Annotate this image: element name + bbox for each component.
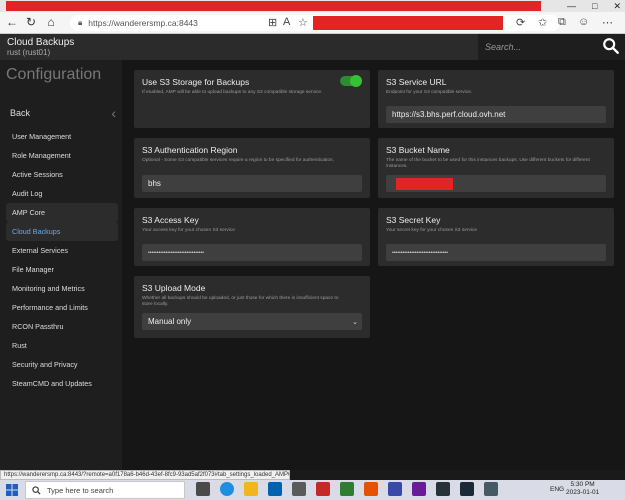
collections-icon[interactable]: ⧉ xyxy=(558,16,566,29)
s3-access-key-input[interactable]: •••••••••••••••••••••••••••••••• xyxy=(142,244,362,261)
sidebar-item-audit-log[interactable]: Audit Log xyxy=(6,184,118,203)
profile-icon[interactable]: ☺ xyxy=(578,16,589,28)
steam-icon[interactable] xyxy=(460,482,474,496)
chevron-down-icon: ⌄ xyxy=(352,318,358,326)
app-icon[interactable] xyxy=(340,482,354,496)
app-icon[interactable] xyxy=(436,482,450,496)
sidebar-item-rcon-passthru[interactable]: RCON Passthru xyxy=(6,317,118,336)
app-icon[interactable] xyxy=(484,482,498,496)
more-menu-icon[interactable]: ⋯ xyxy=(602,16,613,29)
use-s3-toggle[interactable] xyxy=(340,75,362,87)
file-explorer-icon[interactable] xyxy=(244,482,258,496)
taskbar-search-placeholder: Type here to search xyxy=(47,485,114,495)
taskbar-search[interactable]: Type here to search xyxy=(25,481,185,499)
card-s3-bucket: S3 Bucket Name The name of the bucket to… xyxy=(378,138,614,198)
store-icon[interactable] xyxy=(268,482,282,496)
read-aloud-icon[interactable]: A xyxy=(283,16,290,28)
card-title: S3 Access Key xyxy=(142,215,199,225)
back-label: Back xyxy=(10,108,31,118)
redacted-extensions xyxy=(313,16,503,30)
card-title: S3 Upload Mode xyxy=(142,283,206,293)
card-description: Optional - Some S3 compatible services r… xyxy=(142,158,334,163)
select-value: Manual only xyxy=(148,317,192,326)
sidebar-item-user-management[interactable]: User Management xyxy=(6,127,118,146)
sidebar-nav: User Management Role Management Active Ses… xyxy=(6,127,118,393)
card-description: Your secret key for your chosen S3 servi… xyxy=(386,228,478,233)
refresh-icon[interactable]: ↻ xyxy=(24,15,38,29)
s3-secret-key-input[interactable]: •••••••••••••••••••••••••••••••• xyxy=(386,244,606,261)
sidebar-item-cloud-backups[interactable]: Cloud Backups xyxy=(6,222,118,241)
sidebar-item-security-and-privacy[interactable]: Security and Privacy xyxy=(6,355,118,374)
window-controls: — □ ✕ xyxy=(567,0,621,12)
sidebar-item-amp-core[interactable]: AMP Core xyxy=(6,203,118,222)
app-icon[interactable] xyxy=(364,482,378,496)
filezilla-icon[interactable] xyxy=(316,482,330,496)
card-use-s3: Use S3 Storage for Backups If enabled, A… xyxy=(134,70,370,128)
instance-name: rust (rust01) xyxy=(7,48,51,57)
edge-icon[interactable] xyxy=(220,482,234,496)
sidebar-item-monitoring-and-metrics[interactable]: Monitoring and Metrics xyxy=(6,279,118,298)
search-icon xyxy=(32,485,41,495)
app-icon[interactable] xyxy=(388,482,402,496)
sidebar-item-steamcmd-and-updates[interactable]: SteamCMD and Updates xyxy=(6,374,118,393)
maximize-button[interactable]: □ xyxy=(592,1,597,11)
windows-start-icon[interactable] xyxy=(6,484,18,496)
back-arrow-icon[interactable]: ← xyxy=(5,15,19,29)
search-input[interactable] xyxy=(485,42,595,52)
card-description: Your access key for your chosen S3 servi… xyxy=(142,228,235,233)
app-icon[interactable] xyxy=(412,482,426,496)
sidebar-item-role-management[interactable]: Role Management xyxy=(6,146,118,165)
card-s3-upload-mode: S3 Upload Mode Whether all backups shoul… xyxy=(134,276,370,338)
clock-time: 5:30 PM xyxy=(570,481,595,488)
task-view-icon[interactable] xyxy=(196,482,210,496)
url-text: https://wanderersmp.ca:8443 xyxy=(88,18,198,28)
apps-icon[interactable]: ⊞ xyxy=(268,16,277,29)
home-icon[interactable]: ⌂ xyxy=(44,15,58,29)
card-description: Whether all backups should be uploaded, … xyxy=(142,296,339,307)
card-title: S3 Bucket Name xyxy=(386,145,450,155)
sidebar-item-file-manager[interactable]: File Manager xyxy=(6,260,118,279)
sidebar-heading: Configuration xyxy=(6,66,102,83)
favorites-bar-icon[interactable]: ✩ xyxy=(538,16,547,29)
card-title: S3 Service URL xyxy=(386,77,447,87)
card-description: The name of the bucket to be used for th… xyxy=(386,158,590,169)
search-icon[interactable] xyxy=(602,37,620,55)
lock-icon: 🔒︎ xyxy=(78,18,83,27)
status-url: https://wanderersmp.ca:8443/?remote=a0f1… xyxy=(0,470,290,480)
chevron-left-icon: ‹ xyxy=(111,105,116,121)
clock[interactable]: 5:30 PM 2023-01-01 xyxy=(566,481,599,497)
favorite-icon[interactable]: ☆ xyxy=(298,16,308,29)
sidebar-item-rust[interactable]: Rust xyxy=(6,336,118,355)
card-s3-url: S3 Service URL Endpoint for your S3 comp… xyxy=(378,70,614,128)
card-s3-secret-key: S3 Secret Key Your secret key for your c… xyxy=(378,208,614,266)
s3-url-input[interactable]: https://s3.bhs.perf.cloud.ovh.net xyxy=(386,106,606,123)
app-icon[interactable] xyxy=(292,482,306,496)
sidebar-item-active-sessions[interactable]: Active Sessions xyxy=(6,165,118,184)
card-title: S3 Authentication Region xyxy=(142,145,238,155)
s3-region-input[interactable]: bhs xyxy=(142,175,362,192)
back-button[interactable]: Back ‹ xyxy=(0,102,122,124)
card-title: S3 Secret Key xyxy=(386,215,441,225)
card-s3-region: S3 Authentication Region Optional - Some… xyxy=(134,138,370,198)
card-title: Use S3 Storage for Backups xyxy=(142,77,250,87)
language-indicator[interactable]: ENG xyxy=(550,486,564,493)
close-button[interactable]: ✕ xyxy=(613,1,621,12)
redacted-tabs xyxy=(6,1,541,11)
card-description: Endpoint for your S3 compatible service. xyxy=(386,90,473,95)
toggle-knob xyxy=(350,75,362,87)
s3-upload-mode-select[interactable]: Manual only ⌄ xyxy=(142,313,362,330)
sidebar-item-external-services[interactable]: External Services xyxy=(6,241,118,260)
s3-bucket-input[interactable] xyxy=(386,175,606,192)
redacted-bucket-name xyxy=(396,178,453,190)
extensions-icon[interactable]: ⟳ xyxy=(516,16,525,29)
clock-date: 2023-01-01 xyxy=(566,489,600,496)
minimize-button[interactable]: — xyxy=(567,1,576,11)
card-s3-access-key: S3 Access Key Your access key for your c… xyxy=(134,208,370,266)
sidebar-item-performance-and-limits[interactable]: Performance and Limits xyxy=(6,298,118,317)
card-description: If enabled, AMP will be able to upload b… xyxy=(142,90,323,95)
page-title: Cloud Backups xyxy=(7,37,75,48)
